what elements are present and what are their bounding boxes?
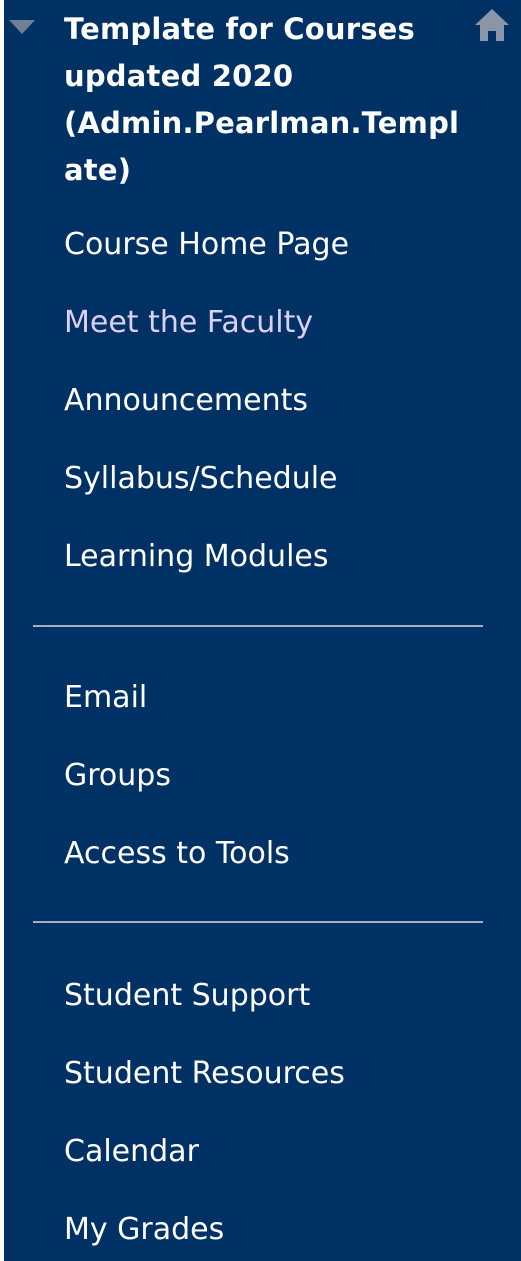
course-title-line: updated 2020 (64, 59, 294, 93)
menu-item-student-support[interactable]: Student Support (4, 971, 521, 1049)
menu-item-learning-modules[interactable]: Learning Modules (4, 532, 521, 610)
menu-item-meet-the-faculty[interactable]: Meet the Faculty (4, 298, 521, 376)
collapse-menu-toggle[interactable] (7, 16, 37, 38)
menu-item-email[interactable]: Email (4, 673, 521, 751)
menu-divider (33, 625, 483, 627)
menu-item-access-to-tools[interactable]: Access to Tools (4, 829, 521, 907)
menu-item-calendar[interactable]: Calendar (4, 1127, 521, 1205)
course-title[interactable]: Template for Courses updated 2020 (Admin… (64, 6, 464, 194)
menu-item-course-home-page[interactable]: Course Home Page (4, 220, 521, 298)
menu-item-groups[interactable]: Groups (4, 751, 521, 829)
course-home-button[interactable] (473, 6, 511, 44)
menu-section-student: Student Support Student Resources Calend… (4, 971, 521, 1261)
menu-item-my-grades[interactable]: My Grades (4, 1205, 521, 1261)
menu-item-announcements[interactable]: Announcements (4, 376, 521, 454)
course-title-line: ate) (64, 153, 132, 187)
menu-divider (33, 921, 483, 923)
triangle-down-icon (9, 20, 35, 34)
home-icon (475, 9, 509, 41)
menu-item-syllabus-schedule[interactable]: Syllabus/Schedule (4, 454, 521, 532)
course-title-line: Template for Courses (64, 12, 415, 46)
course-menu: Template for Courses updated 2020 (Admin… (4, 0, 521, 1261)
menu-section-course-content: Course Home Page Meet the Faculty Announ… (4, 220, 521, 610)
course-title-line: (Admin.Pearlman.Templ (64, 106, 460, 140)
menu-item-student-resources[interactable]: Student Resources (4, 1049, 521, 1127)
menu-section-communication: Email Groups Access to Tools (4, 673, 521, 907)
